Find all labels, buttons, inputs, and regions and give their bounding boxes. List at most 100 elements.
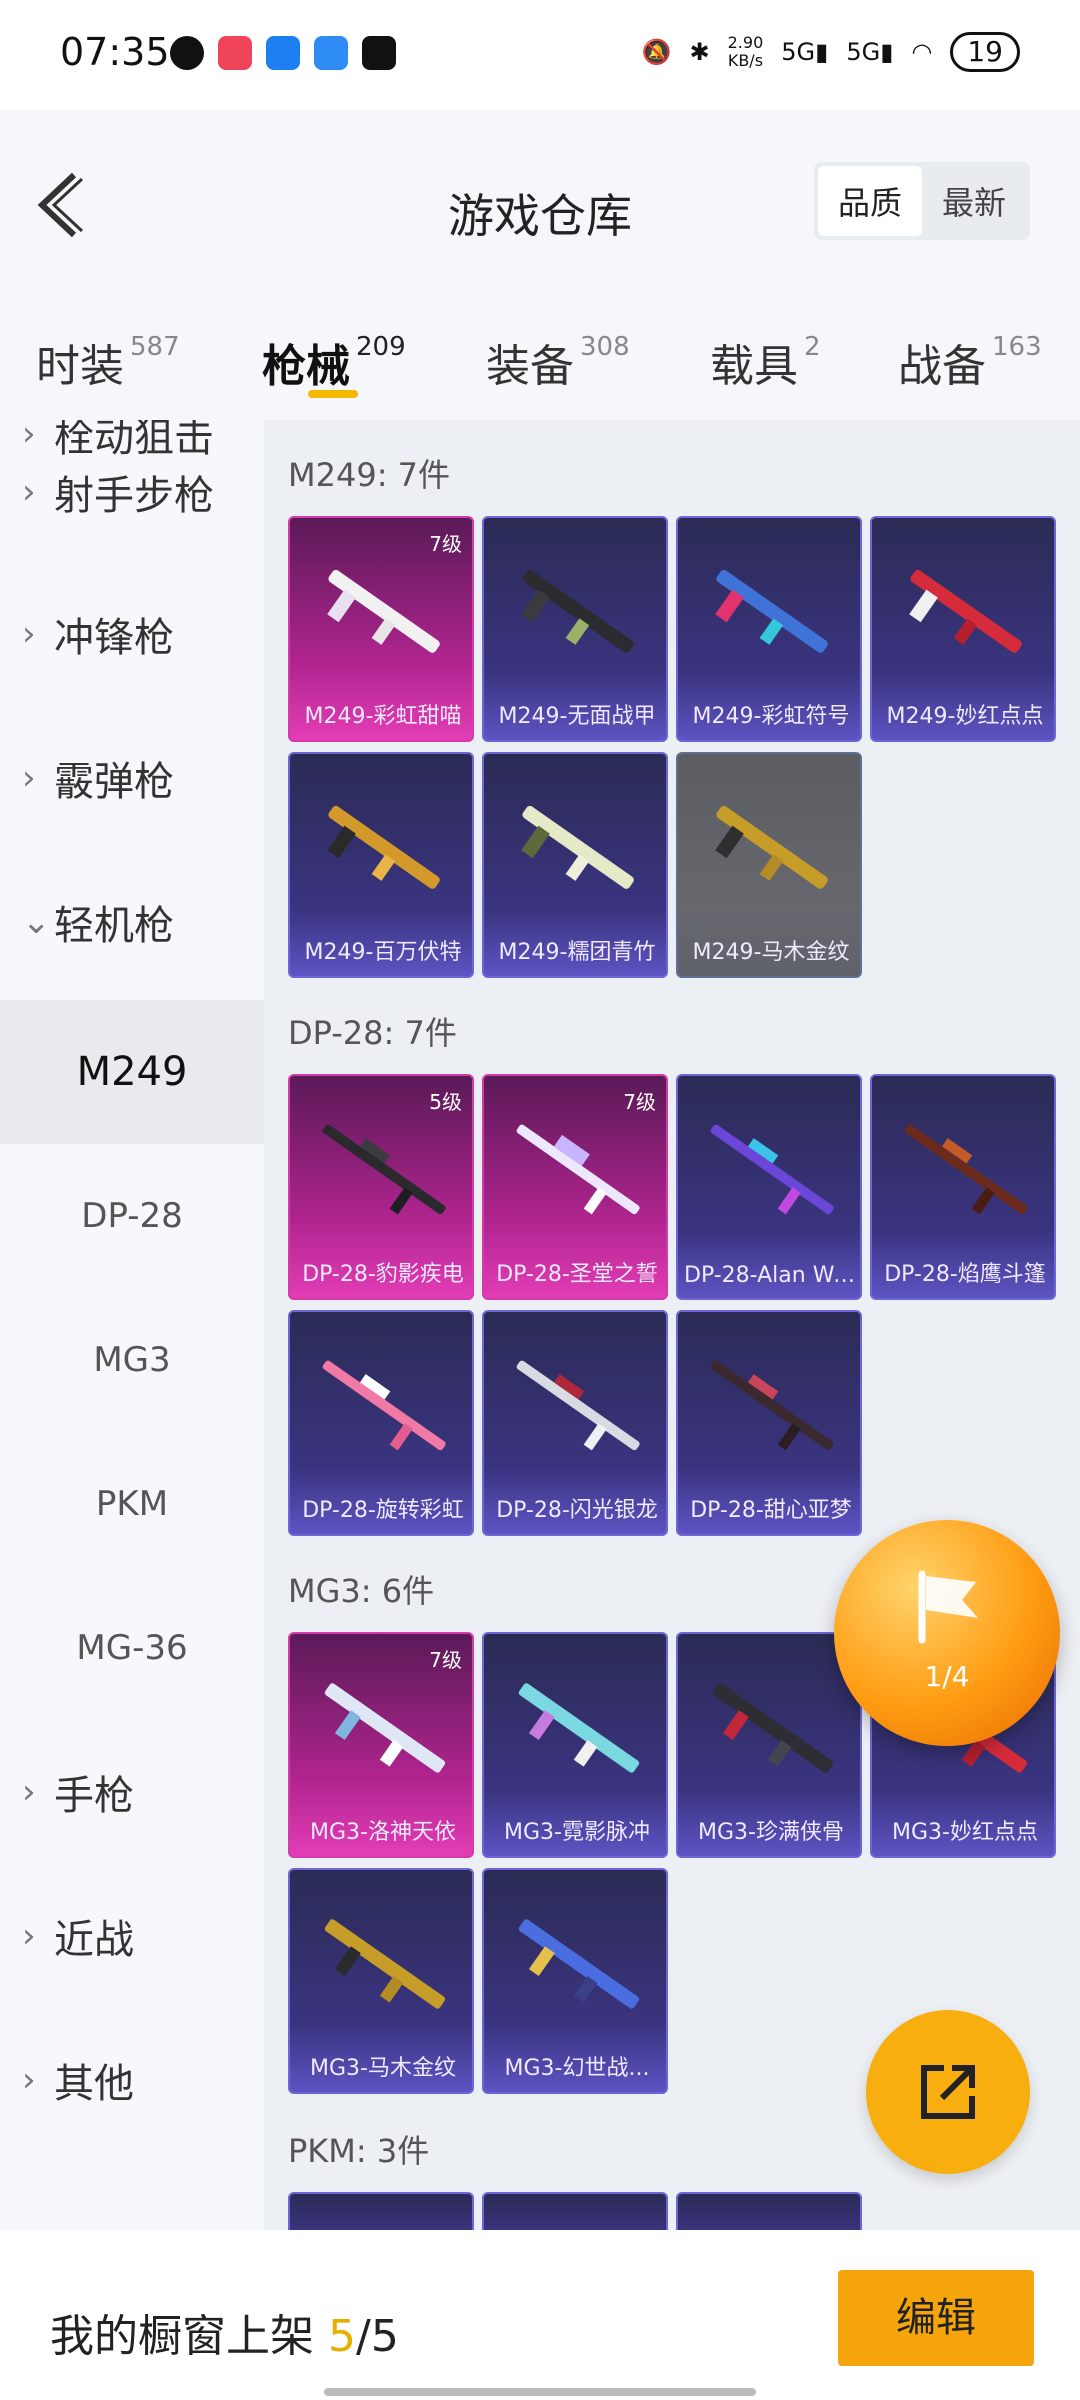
gun-image: [904, 1124, 1028, 1215]
sidebar-item-lmg[interactable]: ⌄ 轻机枪: [0, 850, 264, 994]
weapon-name: DP-28-闪光银龙: [496, 1498, 658, 1523]
sidebar-sub-m249[interactable]: M249: [0, 1000, 264, 1144]
chevron-right-icon: ›: [22, 1916, 36, 1956]
battery-indicator: 19: [950, 32, 1020, 72]
weapon-grid: M249: 7件 7级 M249-彩虹甜喵 M249-无面战甲 M249-彩虹符…: [264, 420, 1080, 2230]
weapon-name: MG3-马木金纹: [310, 2056, 456, 2081]
weapon-name: DP-28-圣堂之誓: [496, 1262, 658, 1287]
weapon-name: DP-28-豹影疾电: [302, 1262, 464, 1287]
weapon-name: MG3-幻世战...: [504, 2056, 650, 2081]
gun-image: [521, 569, 634, 653]
share-button[interactable]: [866, 2010, 1030, 2174]
weapon-card[interactable]: M249-彩虹符号: [676, 516, 862, 742]
gun-image: [322, 1360, 446, 1451]
tiktok-icon: [362, 36, 396, 70]
weapon-card[interactable]: [482, 2192, 668, 2230]
browser-icon: [314, 36, 348, 70]
chevron-right-icon: ›: [22, 472, 36, 512]
weapon-card[interactable]: DP-28-焰鹰斗篷: [870, 1074, 1056, 1300]
mute-icon: 🔕: [641, 38, 672, 66]
gun-image: [715, 569, 828, 653]
share-icon: [921, 2065, 975, 2119]
weapon-name: DP-28-焰鹰斗篷: [884, 1262, 1046, 1287]
weapon-name: M249-百万伏特: [304, 940, 462, 965]
weapon-name: M249-妙红点点: [886, 704, 1044, 729]
sidebar-item-shotgun[interactable]: › 霰弹枪: [0, 706, 264, 850]
weapon-card[interactable]: DP-28-闪光银龙: [482, 1310, 668, 1536]
weapon-card[interactable]: M249-无面战甲: [482, 516, 668, 742]
notification-icons: [170, 36, 396, 70]
tab-fashion[interactable]: 时装 587: [36, 330, 180, 394]
page-header: 游戏仓库 品质 最新: [0, 110, 1080, 290]
status-bar: 07:35 🔕 ✱ 2.90 KB/s 5G▮ 5G▮ ◠ 19: [0, 0, 1080, 110]
weapon-card[interactable]: M249-马木金纹: [676, 752, 862, 978]
sidebar-item-melee[interactable]: › 近战: [0, 1864, 264, 2008]
sort-newest-option[interactable]: 最新: [922, 166, 1026, 236]
weapon-card[interactable]: DP-28-旋转彩虹: [288, 1310, 474, 1536]
gun-image: [909, 569, 1022, 653]
tab-equipment[interactable]: 装备 308: [486, 330, 630, 394]
gun-image: [715, 805, 828, 889]
sort-quality-option[interactable]: 品质: [817, 166, 922, 236]
wechat-icon: [170, 36, 204, 70]
sidebar-sub-mg36[interactable]: MG-36: [0, 1576, 264, 1720]
tab-weapons[interactable]: 枪械 209: [262, 330, 406, 394]
signal-5g-icon-2: 5G▮: [846, 38, 894, 66]
tab-supplies[interactable]: 战备 163: [898, 330, 1042, 394]
weapon-name: MG3-洛神天依: [310, 1820, 456, 1845]
sidebar-sub-pkm[interactable]: PKM: [0, 1432, 264, 1576]
tab-vehicles[interactable]: 载具 2: [710, 330, 821, 394]
tab-active-indicator: [308, 390, 358, 398]
wifi-icon: ◠: [911, 38, 933, 66]
edit-button[interactable]: 编辑: [838, 2270, 1034, 2366]
signal-5g-icon: 5G▮: [781, 38, 829, 66]
weapon-card[interactable]: M249-妙红点点: [870, 516, 1056, 742]
weapon-card[interactable]: [288, 2192, 474, 2230]
sidebar-item-pistol[interactable]: › 手枪: [0, 1720, 264, 1864]
weapon-card[interactable]: 5级 DP-28-豹影疾电: [288, 1074, 474, 1300]
weapon-card[interactable]: MG3-马木金纹: [288, 1868, 474, 2094]
task-count: 1/4: [924, 1660, 970, 1693]
group-title-pkm: PKM: 3件: [288, 2132, 430, 2170]
weapon-name: MG3-珍满侠骨: [698, 1820, 844, 1845]
sidebar-item-other[interactable]: › 其他: [0, 2008, 264, 2152]
group-title-mg3: MG3: 6件: [288, 1572, 435, 1610]
weapon-name: M249-马木金纹: [692, 940, 850, 965]
gun-image: [327, 805, 440, 889]
weapon-card[interactable]: MG3-幻世战...: [482, 1868, 668, 2094]
weapon-name: DP-28-Alan Wo...: [684, 1263, 862, 1288]
status-right: 🔕 ✱ 2.90 KB/s 5G▮ 5G▮ ◠ 19: [642, 32, 1020, 72]
app-icon: [266, 36, 300, 70]
weapon-card[interactable]: 7级 DP-28-圣堂之誓: [482, 1074, 668, 1300]
weapon-card[interactable]: 7级 M249-彩虹甜喵: [288, 516, 474, 742]
weapon-card[interactable]: [676, 2192, 862, 2230]
weapon-card[interactable]: 7级 MG3-洛神天依: [288, 1632, 474, 1858]
weapon-name: MG3-妙红点点: [892, 1820, 1038, 1845]
weapon-card[interactable]: M249-糯团青竹: [482, 752, 668, 978]
gun-image: [324, 1919, 446, 2009]
weapon-card[interactable]: DP-28-Alan Wo...: [676, 1074, 862, 1300]
floating-task-ball[interactable]: 1/4: [834, 1520, 1060, 1746]
weapon-card[interactable]: DP-28-甜心亚梦: [676, 1310, 862, 1536]
weapon-name: MG3-霓影脉冲: [504, 1820, 650, 1845]
group-title-dp28: DP-28: 7件: [288, 1014, 457, 1052]
sidebar-sub-mg3[interactable]: MG3: [0, 1288, 264, 1432]
showcase-status: 我的橱窗上架 5/5: [50, 2311, 399, 2362]
chevron-right-icon: ›: [22, 758, 36, 798]
gun-image: [518, 1683, 640, 1773]
weapon-card[interactable]: M249-百万伏特: [288, 752, 474, 978]
gun-image: [521, 805, 634, 889]
sidebar-sub-dp28[interactable]: DP-28: [0, 1144, 264, 1288]
flag-icon: [918, 1570, 978, 1644]
weapon-card[interactable]: MG3-霓影脉冲: [482, 1632, 668, 1858]
home-indicator[interactable]: [324, 2388, 756, 2396]
sidebar-item-dmr[interactable]: › 射手步枪: [0, 420, 264, 564]
group-title-m249: M249: 7件: [288, 456, 451, 494]
bottom-bar: 我的橱窗上架 5/5 编辑: [0, 2230, 1080, 2400]
sidebar-item-smg[interactable]: › 冲锋枪: [0, 562, 264, 706]
status-time: 07:35: [60, 30, 170, 74]
gun-image: [327, 569, 440, 653]
gun-image: [518, 1919, 640, 2009]
weapon-name: DP-28-甜心亚梦: [690, 1498, 852, 1523]
bluetooth-icon: ✱: [689, 38, 710, 66]
